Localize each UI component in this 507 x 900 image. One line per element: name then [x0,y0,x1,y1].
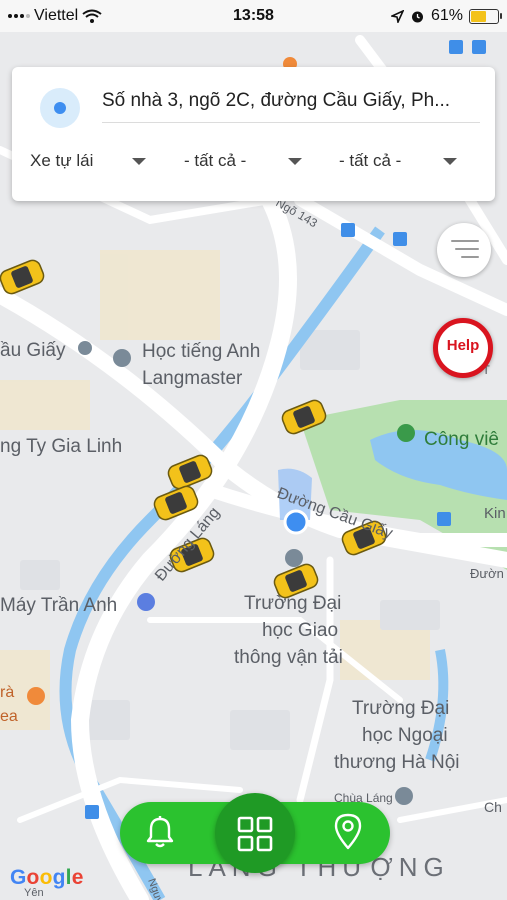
filter-dropdown-2[interactable]: - tất cả - [184,151,304,173]
bus-stop-icon [85,805,99,819]
vehicle-type-dropdown[interactable]: Xe tự lái [30,151,150,173]
chevron-down-icon [132,158,146,165]
filter-dropdown-3[interactable]: - tất cả - [339,151,459,173]
bus-stop-icon [437,512,451,526]
bus-stop-icon [393,232,407,246]
help-button[interactable]: Help [433,318,493,378]
map-label: rà [0,684,14,701]
divider [102,122,480,123]
menu-icon [451,240,479,242]
restaurant-pin-icon [27,687,45,705]
shop-pin-icon [137,593,155,611]
dropdown-label: - tất cả - [184,151,247,170]
map-label: ea [0,708,18,725]
current-location-icon[interactable] [40,88,80,128]
bus-stop-icon [341,223,355,237]
map-label: Máy Trần Anh [0,595,117,616]
map-label: học Ngoại [362,725,448,746]
map-label: học Giao [262,620,338,641]
search-panel: Số nhà 3, ngõ 2C, đường Cầu Giấy, Ph... … [12,67,495,201]
map-label: Ch [484,799,502,815]
map-label: ầu Giấy [0,340,66,361]
menu-button[interactable] [437,223,491,277]
battery-icon [469,8,502,24]
alarm-icon [411,11,423,22]
map-pin-icon[interactable] [333,813,363,851]
location-arrow-icon [390,9,404,23]
map-label: ng Ty Gia Linh [0,436,122,457]
map-label: Langmaster [142,368,243,389]
mail-pin-icon [78,341,92,355]
temple-pin-icon [395,787,413,805]
chevron-down-icon [443,158,457,165]
map-label: Đườn [470,566,504,581]
grid-icon [237,816,273,852]
bell-icon[interactable] [145,815,175,849]
map-label: Công viê [424,429,499,450]
dropdown-label: Xe tự lái [30,151,94,170]
battery-percent: 61% [430,7,463,24]
google-logo-text: Google [10,866,84,889]
dropdown-label: - tất cả - [339,151,402,170]
place-pin-icon [113,349,131,367]
map-label: Kin [484,505,506,522]
address-field[interactable]: Số nhà 3, ngõ 2C, đường Cầu Giấy, Ph... [102,90,482,112]
map-label: thương Hà Nội [334,752,460,773]
google-logo: Google [10,866,84,890]
park-pin-icon [397,424,415,442]
status-bar: Viettel 13:58 61% [0,0,507,32]
map-label: Học tiếng Anh [142,341,260,362]
bus-stop-icon [472,40,486,54]
current-location-marker [283,509,309,535]
chevron-down-icon [288,158,302,165]
help-label: Help [446,337,480,354]
map-label: thông vận tải [234,647,343,668]
map-label: Trường Đại [352,698,449,719]
school-pin-icon [285,549,303,567]
bus-stop-icon [449,40,463,54]
map-label: Trường Đại [244,593,341,614]
